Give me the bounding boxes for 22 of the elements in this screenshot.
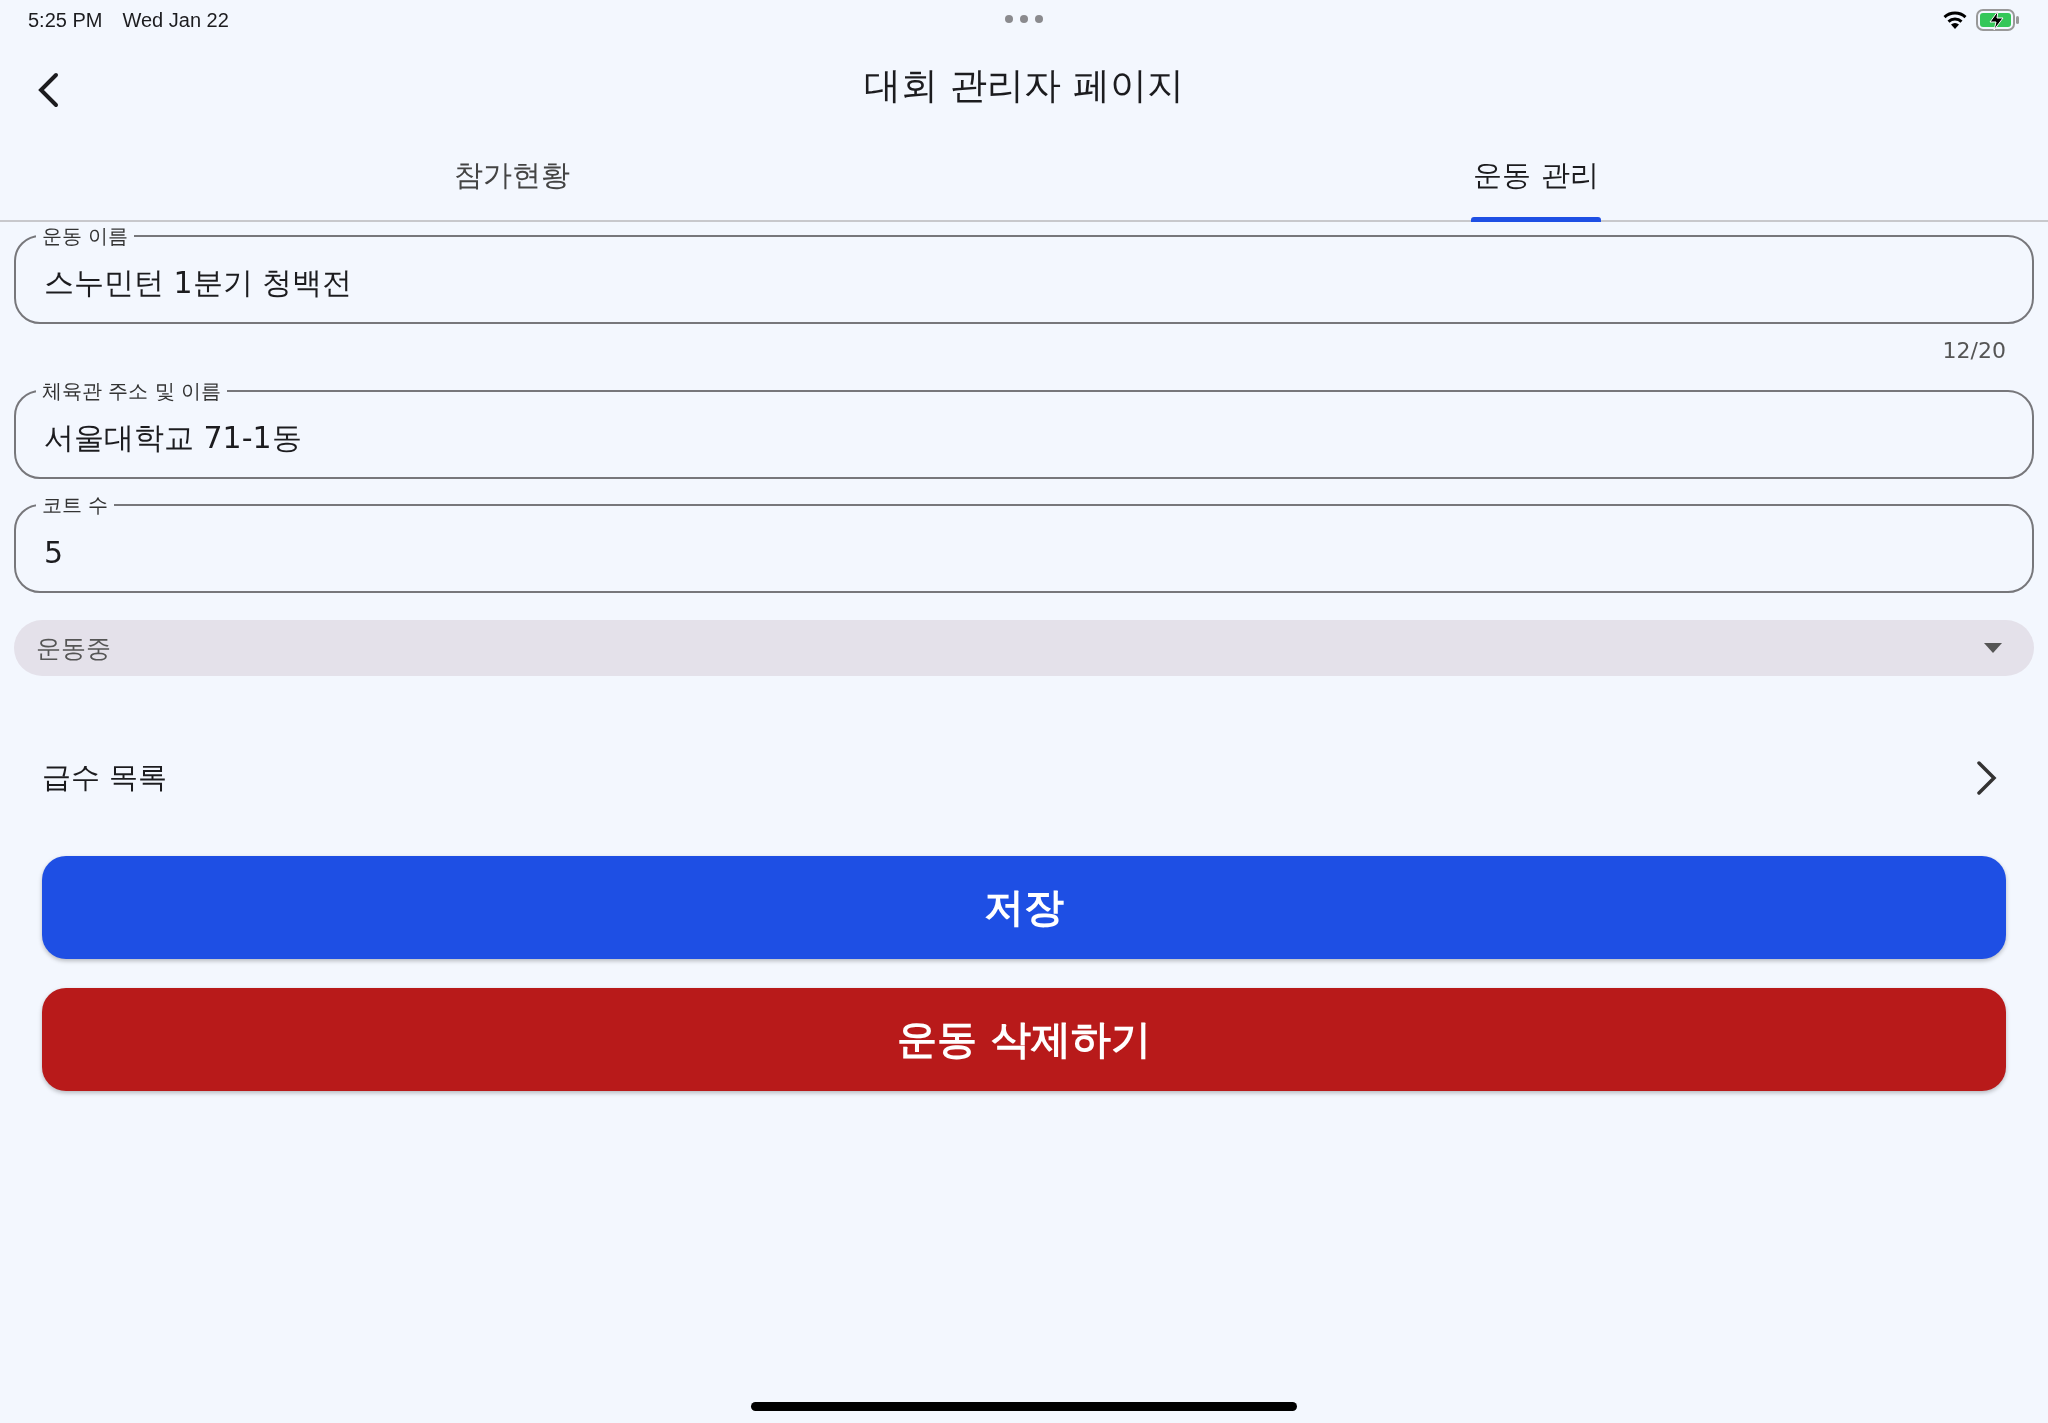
- field-value: 5: [44, 534, 64, 570]
- field-value: 서울대학교 71-1동: [44, 418, 302, 457]
- wifi-icon: [1942, 10, 1968, 30]
- delete-button[interactable]: 운동 삭제하기: [42, 988, 2006, 1091]
- dropdown-arrow-icon: [1984, 643, 2002, 653]
- field-value: 스누민턴 1분기 청백전: [44, 263, 353, 302]
- field-label: 체육관 주소 및 이름: [41, 379, 223, 403]
- status-time: 5:25 PM: [28, 8, 103, 32]
- tab[interactable]: 참가현황: [452, 132, 572, 220]
- chevron-right-icon: [1976, 760, 1998, 796]
- more-icon[interactable]: [1004, 14, 1044, 24]
- tab[interactable]: 운동 관리: [1471, 132, 1601, 220]
- status-dropdown[interactable]: 운동중: [14, 620, 2034, 676]
- field-label: 운동 이름: [41, 224, 130, 248]
- battery-charging-icon: [1976, 9, 2020, 31]
- field-label: 코트 수: [41, 493, 110, 517]
- save-button[interactable]: 저장: [42, 856, 2006, 959]
- character-counter: 12/20: [1942, 338, 2006, 363]
- back-icon: [36, 72, 60, 108]
- status-date: Wed Jan 22: [122, 8, 229, 32]
- page-title: 대회 관리자 페이지: [864, 63, 1184, 109]
- grade-list-row[interactable]: 급수 목록: [14, 738, 2034, 818]
